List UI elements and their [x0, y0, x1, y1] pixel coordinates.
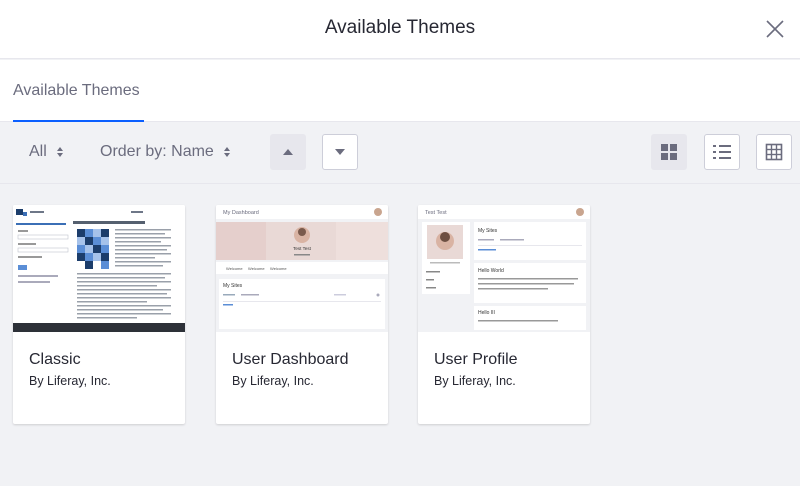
- preview-top-label: My Dashboard: [223, 210, 259, 216]
- preview-tab: Welcome: [248, 266, 265, 271]
- order-by-label: Order by: Name: [100, 143, 214, 160]
- theme-author: By Liferay, Inc.: [232, 374, 314, 388]
- sort-caret-icon: [56, 147, 63, 157]
- theme-author: By Liferay, Inc.: [434, 374, 516, 388]
- theme-card-user-profile[interactable]: Test Test My Sites Hello World Hello III: [418, 205, 590, 424]
- tab-available-themes[interactable]: Available Themes: [13, 60, 144, 122]
- view-table-button[interactable]: [756, 134, 792, 170]
- management-toolbar: All Order by: Name: [0, 122, 800, 184]
- theme-name: User Dashboard: [232, 351, 349, 368]
- modal-title: Available Themes: [324, 17, 476, 38]
- theme-card-user-dashboard[interactable]: My Dashboard Test Test Welcome Welcome W…: [216, 205, 388, 424]
- modal-header: Available Themes: [0, 0, 800, 59]
- sort-descending-button[interactable]: [322, 134, 358, 170]
- close-icon: [766, 20, 784, 38]
- theme-card-classic[interactable]: Classic By Liferay, Inc.: [13, 205, 185, 424]
- preview-user: Test Test: [293, 246, 311, 251]
- view-cards-button[interactable]: [651, 134, 687, 170]
- caret-up-icon: [283, 149, 293, 155]
- close-button[interactable]: [764, 18, 786, 40]
- view-list-button[interactable]: [704, 134, 740, 170]
- theme-name: User Profile: [434, 351, 518, 368]
- filter-label: All: [29, 143, 47, 160]
- preview-section: My Sites: [223, 283, 243, 289]
- theme-author: By Liferay, Inc.: [29, 374, 111, 388]
- preview-section: My Sites: [478, 228, 498, 234]
- classic-preview-image: [13, 205, 185, 332]
- user-profile-preview-image: Test Test My Sites Hello World Hello III: [418, 205, 590, 332]
- sort-ascending-button[interactable]: [270, 134, 306, 170]
- order-by-dropdown[interactable]: Order by: Name: [100, 143, 231, 161]
- preview-item: Hello III: [478, 310, 495, 316]
- tab-bar: Available Themes: [0, 60, 800, 122]
- preview-item: Hello World: [478, 268, 504, 274]
- user-dashboard-theme-thumbnail: My Dashboard Test Test Welcome Welcome W…: [216, 205, 388, 332]
- preview-tab: Welcome: [226, 266, 243, 271]
- classic-theme-thumbnail: [13, 205, 185, 332]
- caret-down-icon: [335, 149, 345, 155]
- preview-top-label: Test Test: [425, 210, 447, 216]
- cards-icon: [661, 144, 677, 160]
- user-dashboard-preview-image: My Dashboard Test Test Welcome Welcome W…: [216, 205, 388, 332]
- user-profile-theme-thumbnail: Test Test My Sites Hello World Hello III: [418, 205, 590, 332]
- theme-name: Classic: [29, 351, 81, 368]
- preview-tab: Welcome: [270, 266, 287, 271]
- sort-caret-icon: [223, 147, 230, 157]
- table-icon: [765, 143, 783, 161]
- filter-dropdown[interactable]: All: [29, 143, 64, 161]
- list-icon: [713, 145, 731, 159]
